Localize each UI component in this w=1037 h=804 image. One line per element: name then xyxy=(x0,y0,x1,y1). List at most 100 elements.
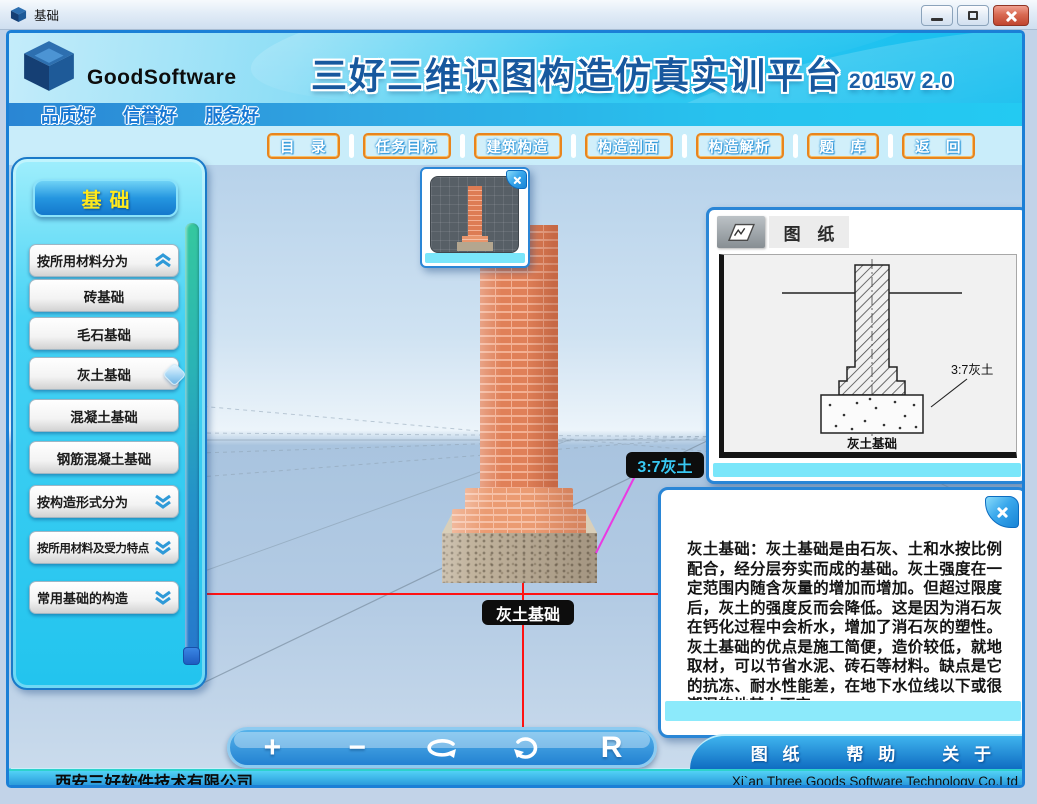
description-panel-strip xyxy=(665,701,1021,721)
slogan-bar: 品质好 信誉好 服务好 xyxy=(9,103,1025,126)
zoom-out-button[interactable]: − xyxy=(315,730,400,765)
sidebar-category-by-material[interactable]: 按所用材料分为 xyxy=(29,244,179,277)
model-thumbnail-panel xyxy=(420,167,530,268)
description-panel: 灰土基础：灰土基础是由石灰、土和水按比例配合，经分层夯实而成的基础。灰土强度在一… xyxy=(658,487,1025,738)
sidebar-item-label: 按所用材料及受力特点 xyxy=(37,540,149,556)
sidebar: 基础 按所用材料分为 砖基础 毛石基础 灰土基础 混凝土基础 钢筋混凝土基础 按… xyxy=(11,157,207,690)
slogan-reputation: 信誉好 xyxy=(123,102,177,128)
rotate-left-button[interactable] xyxy=(400,730,485,765)
app-version: 2015V 2.0 xyxy=(849,70,954,93)
sidebar-item-reinforced-concrete-foundation[interactable]: 钢筋混凝土基础 xyxy=(29,441,179,474)
rotate-right-icon xyxy=(512,736,542,760)
sidebar-item-label: 按所用材料分为 xyxy=(37,251,128,270)
sidebar-scrollbar-thumb[interactable] xyxy=(183,647,200,665)
close-icon xyxy=(1005,10,1017,22)
zoom-in-button[interactable]: + xyxy=(230,730,315,765)
app-window: GoodSoftware 三好三维识图构造仿真实训平台 2015V 2.0 品质好… xyxy=(6,30,1025,788)
company-name-en: Xi`an Three Goods Software Technology Co… xyxy=(732,774,1018,789)
sidebar-scrollbar-track[interactable] xyxy=(185,223,199,665)
drawing-panel-strip xyxy=(713,463,1021,477)
blueprint-sheet-icon xyxy=(725,220,757,244)
double-chevron-up-icon xyxy=(153,253,173,268)
thumbnail-panel-strip xyxy=(425,253,525,263)
nav-divider xyxy=(460,134,465,158)
foundation-section-drawing: 3:7灰土 灰土基础 xyxy=(724,255,1016,452)
sidebar-item-lime-soil-foundation[interactable]: 灰土基础 xyxy=(29,357,179,390)
status-bar: 西安三好软件技术有限公司 Xi`an Three Goods Software … xyxy=(9,769,1025,788)
nav-buttons: 目 录 任务目标 建筑构造 构造剖面 构造解析 题 库 返 回 xyxy=(267,133,975,159)
slogan-quality: 品质好 xyxy=(41,102,95,128)
nav-construction-section-button[interactable]: 构造剖面 xyxy=(585,133,673,159)
nav-task-objective-button[interactable]: 任务目标 xyxy=(363,133,451,159)
rotate-right-button[interactable] xyxy=(484,730,569,765)
maximize-icon xyxy=(968,11,978,20)
double-chevron-down-icon xyxy=(153,540,173,555)
sidebar-category-by-material-and-force[interactable]: 按所用材料及受力特点 xyxy=(29,531,179,564)
app-title-text: 三好三维识图构造仿真实训平台 xyxy=(311,55,843,96)
lime-soil-foundation-block xyxy=(442,533,597,583)
brick-step-upper xyxy=(465,488,573,511)
description-close-button[interactable] xyxy=(985,496,1019,528)
app-cube-icon xyxy=(10,6,27,23)
nav-divider xyxy=(349,134,354,158)
window-title: 基础 xyxy=(34,5,59,24)
nav-divider xyxy=(888,134,893,158)
footer-links-bar: 图 纸 帮 助 关 于 xyxy=(690,734,1025,769)
nav-divider xyxy=(793,134,798,158)
selected-diamond-icon xyxy=(162,362,186,386)
nav-divider xyxy=(571,134,576,158)
drawing-annotation: 3:7灰土 xyxy=(951,363,993,377)
foundation-description-text: 灰土基础：灰土基础是由石灰、土和水按比例配合，经分层夯实而成的基础。灰土强度在一… xyxy=(687,540,1002,700)
sidebar-title-foundation[interactable]: 基础 xyxy=(33,179,178,217)
nav-return-button[interactable]: 返 回 xyxy=(902,133,975,159)
model-name-badge: 灰土基础 xyxy=(482,600,574,625)
close-button[interactable] xyxy=(993,5,1029,26)
nav-building-construction-button[interactable]: 建筑构造 xyxy=(474,133,562,159)
brick-step-lower xyxy=(452,509,586,535)
thumbnail-base xyxy=(457,242,493,251)
footer-link-about[interactable]: 关 于 xyxy=(942,740,996,765)
drawing-caption: 灰土基础 xyxy=(847,436,897,451)
thumbnail-column xyxy=(468,186,482,238)
sidebar-item-label: 灰土基础 xyxy=(77,364,131,384)
sidebar-item-brick-foundation[interactable]: 砖基础 xyxy=(29,279,179,312)
company-name-cn: 西安三好软件技术有限公司 xyxy=(55,769,253,788)
footer-link-help[interactable]: 帮 助 xyxy=(847,740,901,765)
double-chevron-down-icon xyxy=(153,494,173,509)
nav-divider xyxy=(682,134,687,158)
slogan-service: 服务好 xyxy=(205,102,259,128)
tab-drawing[interactable]: 图 纸 xyxy=(769,216,849,248)
sidebar-item-label: 按构造形式分为 xyxy=(37,492,128,511)
sidebar-item-label: 常用基础的构造 xyxy=(37,588,128,607)
sidebar-item-concrete-foundation[interactable]: 混凝土基础 xyxy=(29,399,179,432)
page-title: 三好三维识图构造仿真实训平台 2015V 2.0 xyxy=(311,47,954,99)
nav-catalog-button[interactable]: 目 录 xyxy=(267,133,340,159)
app-header: GoodSoftware 三好三维识图构造仿真实训平台 2015V 2.0 xyxy=(9,33,1025,103)
minimize-icon xyxy=(931,18,943,21)
technical-drawing: 3:7灰土 灰土基础 xyxy=(719,254,1017,458)
reset-view-button[interactable]: R xyxy=(569,730,654,765)
rotate-left-icon xyxy=(425,736,459,760)
window-controls xyxy=(921,5,1029,26)
sidebar-category-common-foundation-construction[interactable]: 常用基础的构造 xyxy=(29,581,179,614)
maximize-button[interactable] xyxy=(957,5,989,26)
model-thumbnail[interactable] xyxy=(430,176,519,253)
sidebar-item-rubble-foundation[interactable]: 毛石基础 xyxy=(29,317,179,350)
logo: GoodSoftware xyxy=(21,37,237,95)
close-icon xyxy=(996,506,1008,518)
drawing-panel: 图 纸 xyxy=(706,207,1025,484)
logo-text: GoodSoftware xyxy=(87,66,237,90)
drawing-tab-icon-box xyxy=(717,216,765,248)
close-icon xyxy=(512,175,520,183)
sidebar-category-by-form[interactable]: 按构造形式分为 xyxy=(29,485,179,518)
material-label-badge: 3:7灰土 xyxy=(626,452,704,478)
nav-question-bank-button[interactable]: 题 库 xyxy=(807,133,880,159)
minimize-button[interactable] xyxy=(921,5,953,26)
double-chevron-down-icon xyxy=(153,590,173,605)
window-titlebar: 基础 xyxy=(0,0,1037,30)
footer-link-drawing[interactable]: 图 纸 xyxy=(751,740,805,765)
view-toolbar: + − R xyxy=(227,727,657,768)
goodsoftware-cube-icon xyxy=(21,37,77,95)
screen: 基础 GoodSoftware 三好三维识图构造仿真实训平台 2015V 2.0 xyxy=(0,0,1037,804)
nav-construction-analysis-button[interactable]: 构造解析 xyxy=(696,133,784,159)
